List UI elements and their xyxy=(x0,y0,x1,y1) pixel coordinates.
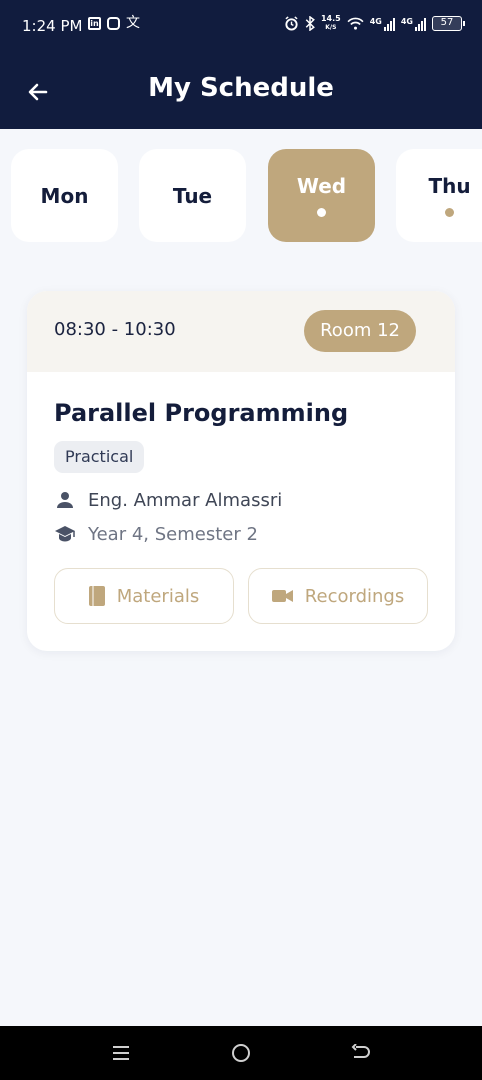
day-label: Wed xyxy=(296,174,347,198)
back-nav-button[interactable] xyxy=(346,1040,376,1066)
instructor-row: Eng. Ammar Almassri xyxy=(54,489,282,511)
app-bar: My Schedule xyxy=(0,54,482,129)
home-nav-button[interactable] xyxy=(226,1040,256,1066)
linkedin-icon: in xyxy=(88,16,101,30)
recordings-button[interactable]: Recordings xyxy=(248,568,428,624)
day-label: Mon xyxy=(40,183,89,208)
has-classes-dot xyxy=(317,208,326,217)
day-label: Thu xyxy=(428,174,471,198)
day-selector: Mon Tue Wed Thu xyxy=(0,129,482,259)
day-tab-mon[interactable]: Mon xyxy=(11,149,118,242)
video-camera-icon xyxy=(271,590,293,602)
status-bar: 1:24 PM in 文 14.5 K/S 4G 4G 57 xyxy=(0,0,482,54)
materials-label: Materials xyxy=(116,585,200,607)
bluetooth-icon xyxy=(305,16,315,31)
wifi-icon xyxy=(347,17,364,30)
graduation-cap-icon xyxy=(54,523,76,545)
home-circle-icon xyxy=(232,1044,250,1062)
status-notification-icons: in 文 xyxy=(88,16,140,30)
signal-2-icon: 4G xyxy=(401,17,426,31)
back-arrow-icon xyxy=(351,1044,370,1058)
day-label: Tue xyxy=(172,183,213,208)
translate-icon: 文 xyxy=(126,15,140,31)
instructor-name: Eng. Ammar Almassri xyxy=(88,489,283,511)
person-icon xyxy=(54,489,76,511)
signal-1-icon: 4G xyxy=(370,17,395,31)
status-time: 1:24 PM xyxy=(22,17,83,35)
book-icon xyxy=(88,586,105,606)
class-card-header: 08:30 - 10:30 Room 12 xyxy=(27,291,455,372)
class-type-chip: Practical xyxy=(54,441,145,473)
net-speed: 14.5 K/S xyxy=(320,14,341,32)
day-tab-tue[interactable]: Tue xyxy=(139,149,246,242)
day-tab-wed[interactable]: Wed xyxy=(268,149,375,242)
room-badge: Room 12 xyxy=(304,310,416,352)
semester-row: Year 4, Semester 2 xyxy=(54,523,258,545)
day-tab-thu[interactable]: Thu xyxy=(396,149,482,242)
battery-icon: 57 xyxy=(432,16,465,31)
has-classes-dot xyxy=(445,208,454,217)
system-nav-bar xyxy=(0,1026,482,1080)
course-title: Parallel Programming xyxy=(54,399,349,427)
menu-icon xyxy=(113,1046,129,1060)
page-title: My Schedule xyxy=(148,73,334,103)
alarm-icon xyxy=(285,16,298,31)
class-time: 08:30 - 10:30 xyxy=(54,319,176,340)
menu-nav-button[interactable] xyxy=(106,1040,136,1066)
recordings-label: Recordings xyxy=(304,585,405,607)
class-card[interactable]: 08:30 - 10:30 Room 12 Parallel Programmi… xyxy=(27,291,455,651)
status-system-icons: 14.5 K/S 4G 4G 57 xyxy=(284,14,465,32)
instagram-icon xyxy=(107,16,120,30)
semester-text: Year 4, Semester 2 xyxy=(88,523,258,545)
materials-button[interactable]: Materials xyxy=(54,568,234,624)
